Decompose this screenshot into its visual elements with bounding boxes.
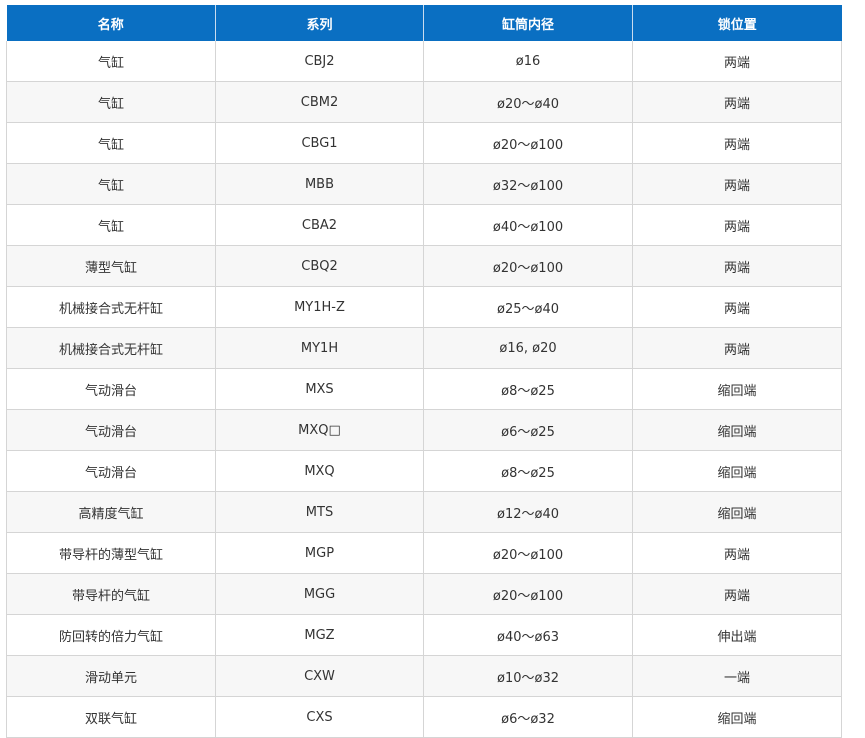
cell-bore: ø12～ø40 [423,491,633,533]
cell-lock-position: 两端 [632,573,842,615]
header-name: 名称 [6,5,216,41]
cell-lock-position: 伸出端 [632,614,842,656]
cell-series: MY1H-Z [215,286,424,328]
table-header: 名称 系列 缸筒内径 锁位置 [6,5,842,41]
cell-series: MGG [215,573,424,615]
header-series: 系列 [215,5,424,41]
cell-bore: ø10～ø32 [423,655,633,697]
cell-bore: ø6～ø25 [423,409,633,451]
cell-name: 气缸 [6,41,216,82]
cell-lock-position: 两端 [632,286,842,328]
table-row: 气缸 CBJ2 ø16 两端 [6,41,842,82]
cell-bore: ø20～ø100 [423,573,633,615]
cell-series: CXW [215,655,424,697]
table-row: 气缸 CBA2 ø40～ø100 两端 [6,204,842,246]
cell-lock-position: 缩回端 [632,450,842,492]
cell-name: 气动滑台 [6,368,216,410]
cell-series: MBB [215,163,424,205]
table-row: 带导杆的气缸 MGG ø20～ø100 两端 [6,573,842,615]
cell-series: CBJ2 [215,41,424,82]
cell-series: MXS [215,368,424,410]
header-row: 名称 系列 缸筒内径 锁位置 [6,5,842,41]
table-row: 气缸 CBG1 ø20～ø100 两端 [6,122,842,164]
cell-bore: ø16, ø20 [423,327,633,369]
spec-table: 名称 系列 缸筒内径 锁位置 气缸 CBJ2 ø16 两端 气缸 CBM2 ø20～ø40 两… [6,5,842,738]
cell-name: 高精度气缸 [6,491,216,533]
header-bore: 缸筒内径 [423,5,633,41]
cell-lock-position: 两端 [632,327,842,369]
cell-lock-position: 两端 [632,122,842,164]
cell-series: MXQ [215,450,424,492]
table-row: 气缸 MBB ø32～ø100 两端 [6,163,842,205]
cell-name: 机械接合式无杆缸 [6,286,216,328]
cell-bore: ø20～ø100 [423,245,633,287]
cell-bore: ø6～ø32 [423,696,633,738]
cell-name: 气缸 [6,81,216,123]
cell-lock-position: 两端 [632,532,842,574]
cell-name: 薄型气缸 [6,245,216,287]
cell-name: 双联气缸 [6,696,216,738]
table-body: 气缸 CBJ2 ø16 两端 气缸 CBM2 ø20～ø40 两端 气缸 CBG1 ø20～ø100… [6,41,842,738]
cell-lock-position: 缩回端 [632,368,842,410]
cell-lock-position: 两端 [632,204,842,246]
cell-name: 滑动单元 [6,655,216,697]
cell-lock-position: 一端 [632,655,842,697]
cell-lock-position: 缩回端 [632,491,842,533]
cell-name: 气动滑台 [6,450,216,492]
cell-series: MXQ□ [215,409,424,451]
cell-series: CBM2 [215,81,424,123]
cell-series: MGP [215,532,424,574]
cell-series: MY1H [215,327,424,369]
spec-table-container: 名称 系列 缸筒内径 锁位置 气缸 CBJ2 ø16 两端 气缸 CBM2 ø20～ø40 两… [6,5,842,738]
cell-name: 气缸 [6,122,216,164]
cell-bore: ø8～ø25 [423,368,633,410]
table-row: 防回转的倍力气缸 MGZ ø40～ø63 伸出端 [6,614,842,656]
cell-name: 机械接合式无杆缸 [6,327,216,369]
cell-bore: ø20～ø40 [423,81,633,123]
cell-name: 带导杆的气缸 [6,573,216,615]
cell-bore: ø20～ø100 [423,122,633,164]
table-row: 高精度气缸 MTS ø12～ø40 缩回端 [6,491,842,533]
cell-name: 气缸 [6,163,216,205]
table-row: 气动滑台 MXQ ø8～ø25 缩回端 [6,450,842,492]
cell-bore: ø8～ø25 [423,450,633,492]
table-row: 带导杆的薄型气缸 MGP ø20～ø100 两端 [6,532,842,574]
cell-series: CXS [215,696,424,738]
cell-lock-position: 两端 [632,81,842,123]
table-row: 薄型气缸 CBQ2 ø20～ø100 两端 [6,245,842,287]
table-row: 机械接合式无杆缸 MY1H-Z ø25～ø40 两端 [6,286,842,328]
cell-series: CBA2 [215,204,424,246]
header-lock-position: 锁位置 [632,5,842,41]
cell-name: 带导杆的薄型气缸 [6,532,216,574]
cell-lock-position: 缩回端 [632,696,842,738]
cell-name: 气动滑台 [6,409,216,451]
table-row: 气动滑台 MXQ□ ø6～ø25 缩回端 [6,409,842,451]
cell-bore: ø25～ø40 [423,286,633,328]
cell-lock-position: 缩回端 [632,409,842,451]
table-row: 双联气缸 CXS ø6～ø32 缩回端 [6,696,842,738]
cell-bore: ø16 [423,41,633,82]
cell-bore: ø40～ø100 [423,204,633,246]
cell-name: 气缸 [6,204,216,246]
cell-bore: ø32～ø100 [423,163,633,205]
table-row: 气缸 CBM2 ø20～ø40 两端 [6,81,842,123]
cell-lock-position: 两端 [632,41,842,82]
cell-bore: ø40～ø63 [423,614,633,656]
table-row: 气动滑台 MXS ø8～ø25 缩回端 [6,368,842,410]
cell-bore: ø20～ø100 [423,532,633,574]
cell-series: MTS [215,491,424,533]
cell-lock-position: 两端 [632,245,842,287]
cell-series: CBQ2 [215,245,424,287]
table-row: 滑动单元 CXW ø10～ø32 一端 [6,655,842,697]
cell-lock-position: 两端 [632,163,842,205]
cell-series: CBG1 [215,122,424,164]
table-row: 机械接合式无杆缸 MY1H ø16, ø20 两端 [6,327,842,369]
cell-name: 防回转的倍力气缸 [6,614,216,656]
cell-series: MGZ [215,614,424,656]
